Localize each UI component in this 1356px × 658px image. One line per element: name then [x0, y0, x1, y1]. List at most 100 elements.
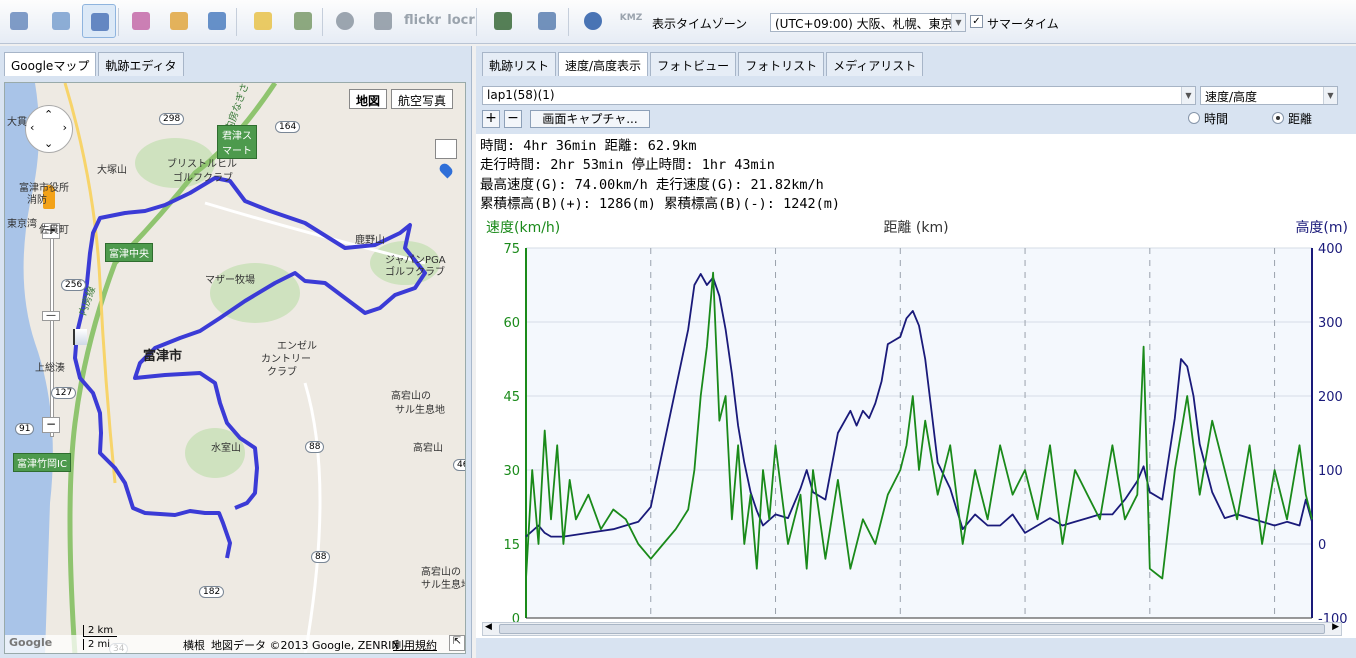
map-type-satellite[interactable]: 航空写真	[391, 89, 454, 109]
y2-tick-label: 200	[1318, 390, 1343, 405]
radio-distance-label: 距離	[1288, 112, 1313, 126]
start-flag-icon[interactable]	[73, 329, 87, 345]
gps-import-icon[interactable]	[44, 4, 78, 38]
clapper-icon[interactable]	[435, 139, 457, 159]
chevron-down-icon[interactable]: ▼	[1323, 87, 1337, 104]
camera-icon-glyph	[374, 12, 392, 30]
google-earth-icon[interactable]	[576, 4, 610, 38]
capture-button[interactable]: 画面キャプチャ...	[530, 110, 650, 128]
track-select[interactable]: lap1(58)(1) ▼	[482, 86, 1196, 105]
camera-icon[interactable]	[366, 4, 400, 38]
pan-control[interactable]: ⌃ ‹ › ⌄	[25, 105, 73, 153]
edit-track-icon-glyph	[132, 12, 150, 30]
gps-device-icon[interactable]	[2, 4, 36, 38]
google-earth-icon-glyph	[584, 12, 602, 30]
scroll-right-icon[interactable]: ▶	[1332, 622, 1339, 632]
left-tab-1[interactable]: 軌跡エディタ	[98, 52, 184, 76]
toolbar-separator	[118, 8, 119, 36]
speed-altitude-panel: 軌跡リスト 速度/高度表示 フォトビュー フォトリスト メディアリスト lap1(58)…	[476, 46, 1356, 658]
y2-tick-label: 100	[1318, 464, 1343, 479]
clock-icon[interactable]	[328, 4, 362, 38]
map-place-label: 鹿野山	[355, 235, 385, 246]
locr-icon[interactable]: locr	[444, 4, 478, 38]
chevron-down-icon[interactable]: ▼	[1181, 87, 1195, 104]
y-tick-label: 45	[503, 390, 520, 405]
photos-icon[interactable]	[286, 4, 320, 38]
pan-right-icon[interactable]: ›	[63, 121, 67, 134]
y-tick-label: 75	[503, 242, 520, 257]
stats-box: 時間: 4hr 36min 距離: 62.9km 走行時間: 2hr 53min…	[476, 134, 1356, 212]
flickr-icon[interactable]: flickr	[404, 4, 441, 38]
map-type-roadmap[interactable]: 地図	[349, 89, 388, 109]
route-number-shield: 182	[199, 586, 225, 598]
stat-time-distance: 時間: 4hr 36min 距離: 62.9km	[480, 138, 697, 154]
pencils-icon[interactable]	[162, 4, 196, 38]
stat-speed: 最高速度(G): 74.00km/h 走行速度(G): 21.82km/h	[480, 177, 824, 193]
radio-time[interactable]	[1188, 112, 1200, 124]
zoom-out-icon[interactable]: −	[42, 417, 60, 433]
interchange-badge: 君津スマート	[217, 125, 257, 159]
zoom-handle[interactable]: —	[42, 311, 60, 321]
zoom-in-button[interactable]: +	[482, 110, 500, 128]
kmz-icon[interactable]: KMZ	[614, 4, 648, 38]
pan-down-icon[interactable]: ⌄	[44, 137, 53, 150]
edit-track-icon[interactable]	[124, 4, 158, 38]
local-road-2	[303, 382, 322, 653]
pencils-icon-glyph	[170, 12, 188, 30]
chevron-down-icon[interactable]: ▼	[951, 14, 965, 31]
route-number-shield: 164	[275, 121, 301, 133]
stat-moving-stopped: 走行時間: 2hr 53min 停止時間: 1hr 43min	[480, 157, 775, 173]
right-tab-0[interactable]: 軌跡リスト	[482, 52, 557, 76]
mode-select-value: 速度/高度	[1205, 90, 1258, 104]
scroll-left-icon[interactable]: ◀	[485, 622, 492, 632]
y-tick-label: 15	[503, 538, 520, 553]
timezone-value: (UTC+09:00) 大阪、札幌、東京	[775, 17, 953, 31]
horizontal-scrollbar[interactable]: ◀ ▶	[482, 622, 1342, 636]
right-tab-2[interactable]: フォトビュー	[650, 52, 737, 76]
zoom-out-button[interactable]: −	[504, 110, 522, 128]
timezone-select[interactable]: (UTC+09:00) 大阪、札幌、東京 ▼	[770, 13, 966, 32]
google-logo: Google	[9, 636, 53, 649]
map-place-label: 大塚山	[97, 165, 127, 176]
document-icon-glyph	[538, 12, 556, 30]
map-place-label: 高宕山	[413, 443, 443, 454]
google-map[interactable]: ⌃ ‹ › ⌄ + — − 地図 航空写真 大貫 富津市役所 消防 東京湾 佐貫町 大塚山…	[4, 82, 466, 654]
map-place-label: 消防	[27, 195, 47, 206]
runner-icon-glyph	[494, 12, 512, 30]
terms-link[interactable]: 利用規約	[393, 637, 437, 653]
map-place-label: クラブ	[267, 367, 297, 378]
hat-icon[interactable]	[200, 4, 234, 38]
radio-distance[interactable]	[1272, 112, 1284, 124]
scale-mi: 2 mi	[83, 639, 114, 650]
summer-time-checkbox[interactable]: ✓	[970, 15, 983, 28]
right-tab-4[interactable]: メディアリスト	[826, 52, 924, 76]
pan-up-icon[interactable]: ⌃	[44, 108, 53, 121]
y2-axis-label: 高度(m)	[1295, 219, 1348, 236]
pan-left-icon[interactable]: ‹	[30, 121, 34, 134]
map-place-label: 上総湊	[35, 363, 65, 374]
map-panel: Googleマップ 軌跡エディタ ⌃ ‹ › ⌄ + — − 地図 航空写真 大…	[0, 46, 472, 658]
route-number-shield: 91	[15, 423, 35, 435]
stat-elevation: 累積標高(B)(+): 1286(m) 累積標高(B)(-): 1242(m)	[480, 196, 840, 212]
open-folder-icon-glyph	[254, 12, 272, 30]
right-tab-1[interactable]: 速度/高度表示	[558, 52, 649, 76]
mode-select[interactable]: 速度/高度 ▼	[1200, 86, 1338, 105]
yokone-label: 横根	[183, 639, 205, 652]
route-number-shield: 88	[311, 551, 331, 563]
corner-expand-icon[interactable]: ⇱	[449, 635, 465, 651]
route-number-shield: 127	[51, 387, 77, 399]
main-toolbar: flickr locr KMZ 表示タイムゾーン (UTC+09:00) 大阪、札幌…	[0, 0, 1356, 44]
right-tab-3[interactable]: フォトリスト	[738, 52, 825, 76]
toolbar-separator	[568, 8, 569, 36]
open-folder-icon[interactable]	[246, 4, 280, 38]
scrollbar-thumb[interactable]	[499, 624, 1325, 634]
globe-settings-icon[interactable]	[82, 4, 116, 38]
y-tick-label: 30	[503, 464, 520, 479]
runner-icon[interactable]	[486, 4, 520, 38]
chart-container: 01530456075-100010020030040010.020.030.0…	[476, 212, 1356, 640]
zoom-slider-track[interactable]	[50, 227, 54, 437]
document-icon[interactable]	[530, 4, 564, 38]
map-place-label: マザー牧場	[205, 275, 255, 286]
route-number-shield: 88	[305, 441, 325, 453]
left-tab-0[interactable]: Googleマップ	[4, 52, 97, 76]
